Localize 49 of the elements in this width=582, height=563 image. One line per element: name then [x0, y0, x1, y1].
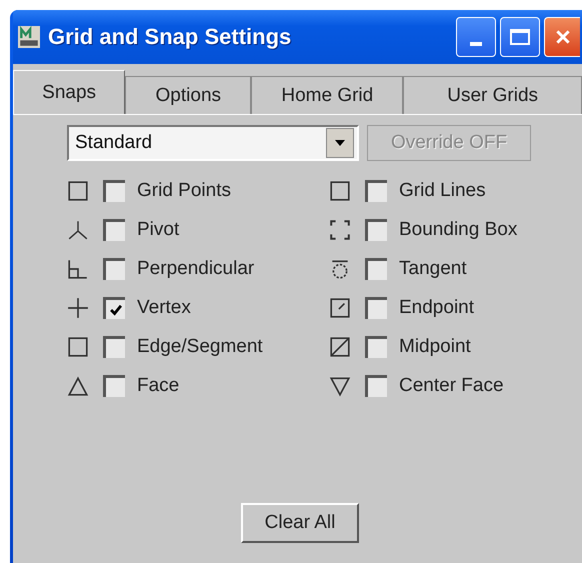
preset-dropdown[interactable]: Standard — [67, 125, 359, 161]
snap-label: Bounding Box — [399, 219, 518, 241]
dropdown-arrow-icon — [335, 140, 345, 146]
tab[interactable]: Snaps — [13, 70, 126, 114]
pivot-icon — [67, 219, 89, 241]
checkbox[interactable] — [103, 219, 125, 241]
snap-label: Tangent — [399, 258, 467, 280]
snap-label: Center Face — [399, 375, 504, 397]
square-icon — [67, 336, 89, 358]
snap-label: Edge/Segment — [137, 336, 263, 358]
plus-icon — [67, 297, 89, 319]
checkbox[interactable] — [103, 336, 125, 358]
close-icon — [554, 28, 572, 46]
corner-brackets-icon — [329, 219, 351, 241]
square-diagonal-icon — [329, 336, 351, 358]
checkbox[interactable] — [103, 375, 125, 397]
snap-label: Face — [137, 375, 180, 397]
checkbox[interactable] — [365, 336, 387, 358]
checkbox[interactable] — [103, 297, 125, 319]
square-icon — [329, 180, 351, 202]
checkbox[interactable] — [365, 297, 387, 319]
checkbox[interactable] — [365, 375, 387, 397]
snap-label: Vertex — [137, 297, 191, 319]
checkbox[interactable] — [103, 180, 125, 202]
close-button[interactable] — [544, 17, 580, 57]
triangle-icon — [67, 375, 89, 397]
checkbox[interactable] — [365, 219, 387, 241]
tab[interactable]: Home Grid — [251, 76, 404, 114]
maximize-button[interactable] — [500, 17, 540, 57]
tab[interactable]: Options — [125, 76, 252, 114]
snap-label: Pivot — [137, 219, 180, 241]
snap-label: Grid Lines — [399, 180, 486, 202]
tab[interactable]: User Grids — [403, 76, 582, 114]
snap-label: Grid Points — [137, 180, 231, 202]
down-triangle-icon — [329, 375, 351, 397]
clear-all-button[interactable]: Clear All — [241, 503, 359, 543]
checkbox[interactable] — [103, 258, 125, 280]
app-logo-icon — [18, 26, 40, 48]
check-icon — [108, 302, 122, 316]
snap-label: Midpoint — [399, 336, 471, 358]
square-endpoint-icon — [329, 297, 351, 319]
square-icon — [67, 180, 89, 202]
window-title: Grid and Snap Settings — [48, 24, 292, 50]
snap-label: Perpendicular — [137, 258, 254, 280]
checkbox[interactable] — [365, 180, 387, 202]
snap-label: Endpoint — [399, 297, 474, 319]
checkbox[interactable] — [365, 258, 387, 280]
minimize-button[interactable] — [456, 17, 496, 57]
perpendicular-icon — [67, 258, 89, 280]
